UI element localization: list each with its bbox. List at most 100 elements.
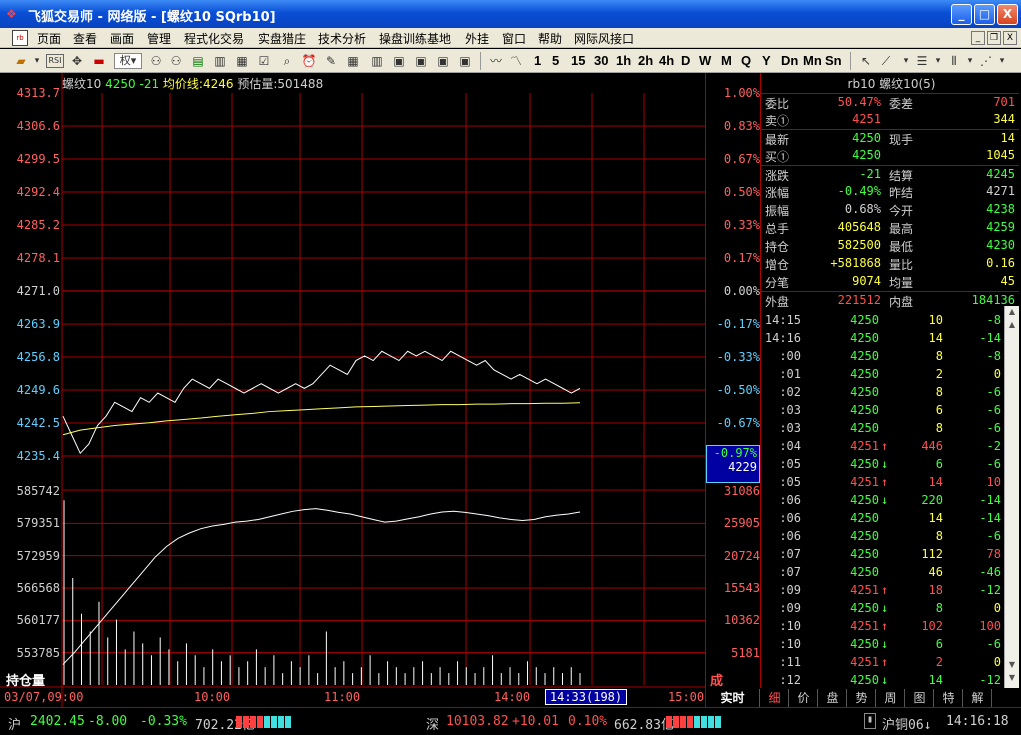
- list-icon[interactable]: ▥: [211, 52, 229, 70]
- tick-row[interactable]: :10 4251 ↑ 102 100: [761, 618, 1019, 636]
- menu-plugins[interactable]: 外挂: [465, 30, 489, 47]
- overlay-icon[interactable]: ⚇: [167, 52, 185, 70]
- scroll-down-icon[interactable]: ▼: [1006, 673, 1018, 685]
- chart-canvas[interactable]: [0, 73, 706, 707]
- layout-icon[interactable]: ▥: [368, 52, 386, 70]
- tab-book[interactable]: 盘: [819, 689, 847, 707]
- percent-tick-label: 1.00%: [723, 86, 760, 100]
- title-bar[interactable]: ❖ 飞狐交易师 - 网络版 - [螺纹10 SQrb10] _ □ X: [0, 0, 1021, 28]
- menu-window[interactable]: 窗口: [502, 30, 526, 47]
- window1-icon[interactable]: ▣: [390, 52, 408, 70]
- period-ndays[interactable]: Dn: [781, 53, 798, 68]
- period-nmins[interactable]: Mn: [803, 53, 822, 68]
- draw-line-icon[interactable]: ⟋: [877, 52, 895, 70]
- zoom-icon[interactable]: ⌕: [278, 52, 296, 70]
- tick-row[interactable]: :06 4250 14 -14: [761, 510, 1019, 528]
- mdi-close-button[interactable]: X: [1003, 31, 1017, 45]
- tick-row[interactable]: :09 4250 ↓ 8 0: [761, 600, 1019, 618]
- window3-icon[interactable]: ▣: [434, 52, 452, 70]
- tick-row[interactable]: :00 4250 8 -8: [761, 348, 1019, 366]
- menu-screen[interactable]: 画面: [110, 30, 134, 47]
- tick-row[interactable]: :03 4250 6 -6: [761, 402, 1019, 420]
- scroll-down-page-icon[interactable]: ▼: [1006, 660, 1018, 672]
- tick-row[interactable]: :01 4250 2 0: [761, 366, 1019, 384]
- tab-week[interactable]: 周: [877, 689, 905, 707]
- period-nsecs[interactable]: Sn: [825, 53, 842, 68]
- tab-special[interactable]: 特: [935, 689, 963, 707]
- minimize-button[interactable]: _: [951, 4, 972, 25]
- dropdown-icon[interactable]: ▾: [28, 52, 46, 70]
- tick-chart-icon[interactable]: 〽: [507, 52, 525, 70]
- menu-training-base[interactable]: 操盘训练基地: [379, 30, 451, 47]
- alarm-icon[interactable]: ⏰: [300, 52, 318, 70]
- alert-ticker[interactable]: 沪铜06↓: [882, 714, 931, 733]
- pencil-icon[interactable]: ✎: [322, 52, 340, 70]
- cursor-icon[interactable]: ↖: [857, 52, 875, 70]
- period-year[interactable]: Y: [762, 53, 771, 68]
- tab-chart[interactable]: 图: [906, 689, 934, 707]
- tick-row[interactable]: :09 4251 ↑ 18 -12: [761, 582, 1019, 600]
- menu-program-trading[interactable]: 程式化交易: [184, 30, 244, 47]
- tick-row[interactable]: :10 4250 ↓ 6 -6: [761, 636, 1019, 654]
- picker-icon[interactable]: ☑: [255, 52, 273, 70]
- tick-row[interactable]: :05 4250 ↓ 6 -6: [761, 456, 1019, 474]
- formula-icon[interactable]: ▤: [189, 52, 207, 70]
- move-icon[interactable]: ✥: [68, 52, 86, 70]
- grid-icon[interactable]: ▦: [344, 52, 362, 70]
- menu-help[interactable]: 帮助: [538, 30, 562, 47]
- tick-row[interactable]: :11 4251 ↑ 2 0: [761, 654, 1019, 672]
- tick-row[interactable]: 14:16 4250 14 -14: [761, 330, 1019, 348]
- menu-page[interactable]: 页面: [37, 30, 61, 47]
- menu-manage[interactable]: 管理: [147, 30, 171, 47]
- tick-row[interactable]: :02 4250 8 -6: [761, 384, 1019, 402]
- tab-explain[interactable]: 解: [964, 689, 992, 707]
- period-day[interactable]: D: [681, 53, 690, 68]
- line-chart-icon[interactable]: 〰: [487, 52, 505, 70]
- tab-price[interactable]: 价: [790, 689, 818, 707]
- tick-row[interactable]: 14:15 4250 10 -8: [761, 312, 1019, 330]
- quote-row: 最新 4250 现手 14: [761, 129, 1019, 147]
- tick-scrollbar[interactable]: ▲ ▲ ▼ ▼: [1004, 306, 1019, 688]
- menu-wjf-interface[interactable]: 网际风接口: [574, 30, 634, 47]
- menu-hunting[interactable]: 实盘猎庄: [258, 30, 306, 47]
- period-4h[interactable]: 4h: [659, 53, 674, 68]
- tick-row[interactable]: :03 4250 8 -6: [761, 420, 1019, 438]
- compare-icon[interactable]: ⚇: [147, 52, 165, 70]
- tab-realtime[interactable]: 实时: [706, 689, 760, 707]
- mdi-restore-button[interactable]: ❐: [987, 31, 1001, 45]
- period-1h[interactable]: 1h: [616, 53, 631, 68]
- period-week[interactable]: W: [699, 53, 711, 68]
- period-month[interactable]: M: [721, 53, 732, 68]
- tick-row[interactable]: :06 4250 ↓ 220 -14: [761, 492, 1019, 510]
- tick-row[interactable]: :07 4250 112 78: [761, 546, 1019, 564]
- period-1min[interactable]: 1: [534, 53, 541, 68]
- tab-trend[interactable]: 势: [848, 689, 876, 707]
- menu-technical-analysis[interactable]: 技术分析: [318, 30, 366, 47]
- menu-view[interactable]: 查看: [73, 30, 97, 47]
- tick-row[interactable]: :07 4250 46 -46: [761, 564, 1019, 582]
- tick-row[interactable]: :06 4250 8 -6: [761, 528, 1019, 546]
- tick-row[interactable]: :04 4251 ↑ 446 -2: [761, 438, 1019, 456]
- minus-icon[interactable]: ▬: [90, 52, 108, 70]
- tab-detail[interactable]: 细: [761, 689, 789, 707]
- window4-icon[interactable]: ▣: [456, 52, 474, 70]
- rsi-icon[interactable]: RSI: [46, 54, 64, 68]
- close-button[interactable]: X: [997, 4, 1018, 25]
- period-quarter[interactable]: Q: [741, 53, 751, 68]
- window2-icon[interactable]: ▣: [412, 52, 430, 70]
- fan-dropdown-icon[interactable]: ▾: [993, 52, 1011, 70]
- period-5min[interactable]: 5: [552, 53, 559, 68]
- report-icon[interactable]: ▦: [233, 52, 251, 70]
- scroll-up-page-icon[interactable]: ▲: [1006, 320, 1018, 332]
- tick-row[interactable]: :05 4251 ↑ 14 10: [761, 474, 1019, 492]
- scroll-up-icon[interactable]: ▲: [1006, 307, 1018, 319]
- intraday-chart[interactable]: 螺纹10 4250 -21 均价线:4246 预估量:501488 4313.7…: [0, 73, 760, 727]
- period-2h[interactable]: 2h: [638, 53, 653, 68]
- document-icon[interactable]: rb: [12, 30, 28, 46]
- period-15min[interactable]: 15: [571, 53, 585, 68]
- period-30min[interactable]: 30: [594, 53, 608, 68]
- rights-select[interactable]: 权▾: [114, 53, 142, 69]
- alert-icon[interactable]: ▮: [864, 713, 876, 729]
- maximize-button[interactable]: □: [974, 4, 995, 25]
- mdi-minimize-button[interactable]: _: [971, 31, 985, 45]
